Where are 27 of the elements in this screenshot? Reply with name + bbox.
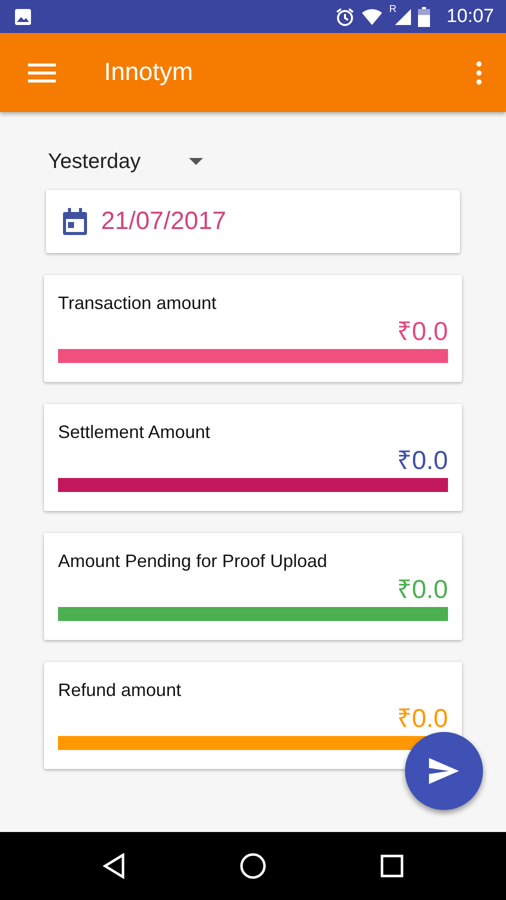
calendar-icon <box>62 208 88 236</box>
date-field[interactable]: 21/07/2017 <box>46 190 460 253</box>
card-title: Amount Pending for Proof Upload <box>58 551 328 572</box>
amount-value: ₹0.0 <box>396 445 448 475</box>
back-icon[interactable] <box>102 853 126 879</box>
amount-value: ₹0.0 <box>396 316 448 346</box>
clock: 10:07 <box>446 6 494 28</box>
card-title: Settlement Amount <box>58 422 210 443</box>
dropdown-caret-icon <box>188 158 203 166</box>
send-icon <box>429 758 459 784</box>
alarm-icon <box>335 6 356 26</box>
home-icon[interactable] <box>238 852 267 880</box>
amount-value: ₹0.0 <box>396 703 448 733</box>
image-icon <box>14 8 32 26</box>
send-button[interactable] <box>405 732 483 810</box>
recents-icon[interactable] <box>380 854 404 878</box>
battery-icon <box>418 6 430 26</box>
roaming-indicator: R <box>389 4 396 15</box>
wifi-icon <box>361 8 384 26</box>
card-title: Transaction amount <box>58 293 216 314</box>
signal-icon <box>394 8 412 26</box>
menu-icon <box>28 62 56 82</box>
period-dropdown[interactable]: Yesterday <box>44 150 203 174</box>
card-title: Refund amount <box>58 680 182 701</box>
app-title: Innotym <box>104 58 193 87</box>
more-options-icon <box>476 60 482 84</box>
amount-value: ₹0.0 <box>396 574 448 604</box>
